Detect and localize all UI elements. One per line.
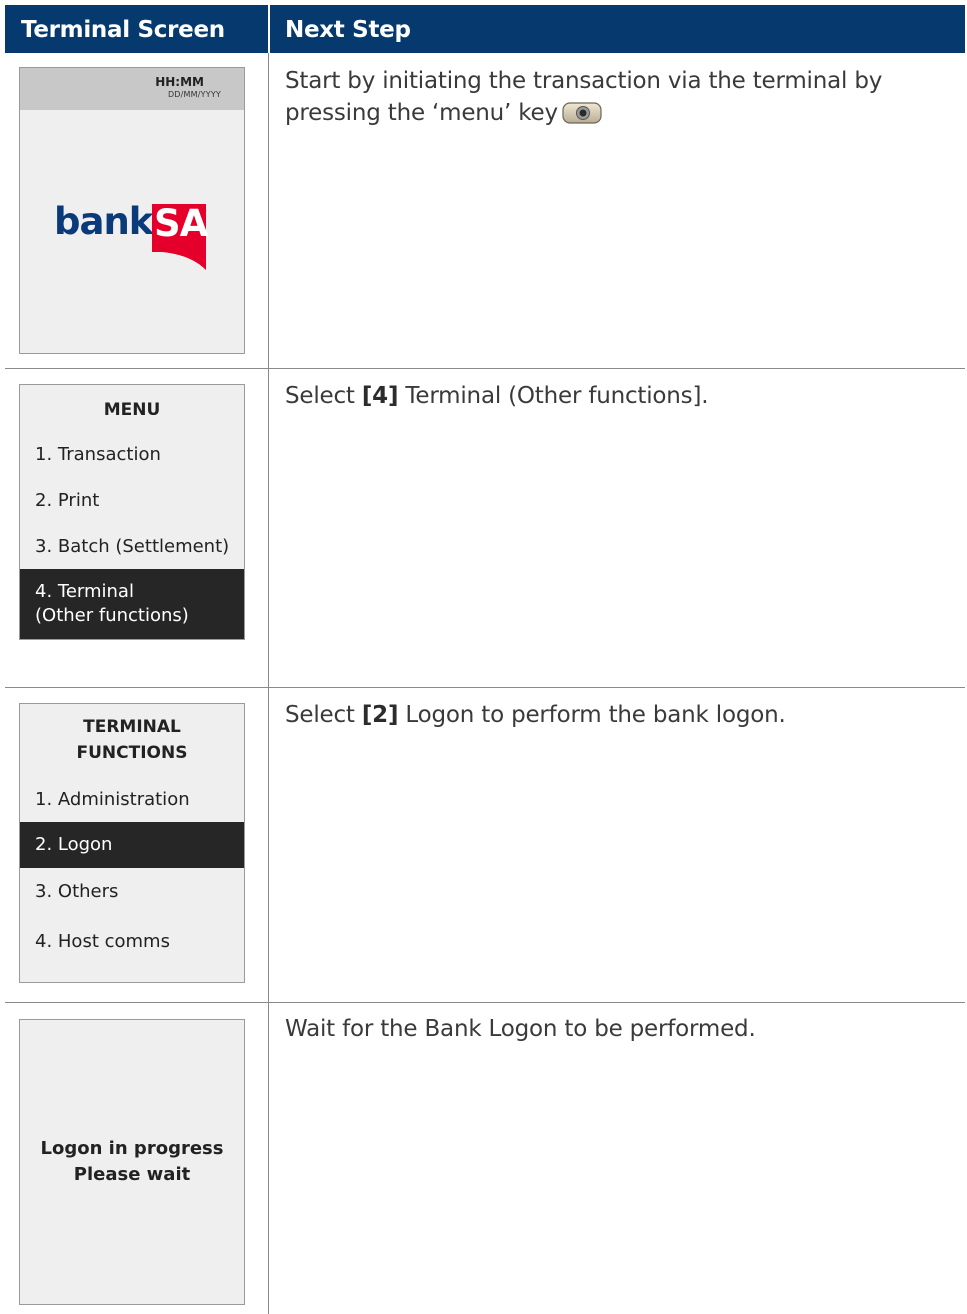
screen-title: TERMINAL FUNCTIONS xyxy=(76,717,188,763)
column-divider xyxy=(268,53,269,1314)
status-bar: HH:MM DD/MM/YYYY xyxy=(20,68,244,110)
menu-item-transaction: 1. Transaction xyxy=(35,444,161,465)
time-placeholder: HH:MM xyxy=(155,75,204,89)
header-next-step: Next Step xyxy=(285,17,411,43)
logo-text-sa: SA xyxy=(154,202,208,245)
menu-item-host-comms: 4. Host comms xyxy=(35,931,170,952)
screen-title: MENU xyxy=(103,400,161,420)
table-header: Terminal Screen Next Step xyxy=(5,5,965,53)
step-4: Wait for the Bank Logon to be performed. xyxy=(285,1013,925,1045)
row-divider xyxy=(5,687,965,688)
logo-text-bank: bank xyxy=(54,200,153,243)
logo-sa-flag: SA xyxy=(152,202,212,270)
step-4-text: Wait for the Bank Logon to be performed. xyxy=(285,1016,756,1042)
logon-progress-message: Logon in progress Please wait xyxy=(40,1138,224,1185)
row-divider xyxy=(5,368,965,369)
terminal-screen-home: HH:MM DD/MM/YYYY bank SA xyxy=(19,67,245,354)
terminal-screen-logon-progress: Logon in progress Please wait xyxy=(19,1019,245,1305)
step-3-key: [2] xyxy=(361,702,399,728)
menu-item-others: 3. Others xyxy=(35,881,119,902)
step-1: Start by initiating the transaction via … xyxy=(285,65,925,129)
menu-item-print: 2. Print xyxy=(35,490,100,511)
header-divider xyxy=(268,5,270,53)
step-2-suffix: Terminal (Other functions]. xyxy=(398,383,709,409)
date-placeholder: DD/MM/YYYY xyxy=(167,90,221,99)
menu-key-icon xyxy=(562,101,602,124)
terminal-screen-menu: MENU 1. Transaction 2. Print 3. Batch (S… xyxy=(19,384,245,640)
menu-item-terminal-selected: 4. Terminal (Other functions) xyxy=(20,569,244,639)
step-3: Select [2] Logon to perform the bank log… xyxy=(285,699,925,731)
header-terminal-screen: Terminal Screen xyxy=(21,17,225,43)
terminal-screen-terminal-functions: TERMINAL FUNCTIONS 1. Administration 2. … xyxy=(19,703,245,983)
step-3-prefix: Select xyxy=(285,702,362,728)
row-divider xyxy=(5,1002,965,1003)
menu-item-logon-selected: 2. Logon xyxy=(20,822,244,868)
step-3-suffix: Logon to perform the bank logon. xyxy=(398,702,786,728)
banksa-logo: bank SA xyxy=(54,200,214,270)
menu-item-batch: 3. Batch (Settlement) xyxy=(35,536,230,557)
step-2-prefix: Select xyxy=(285,383,362,409)
menu-item-administration: 1. Administration xyxy=(35,789,190,810)
instruction-table: Terminal Screen Next Step HH:MM DD/MM/YY… xyxy=(5,5,965,1314)
step-2: Select [4] Terminal (Other functions]. xyxy=(285,380,925,412)
step-2-key: [4] xyxy=(361,383,399,409)
